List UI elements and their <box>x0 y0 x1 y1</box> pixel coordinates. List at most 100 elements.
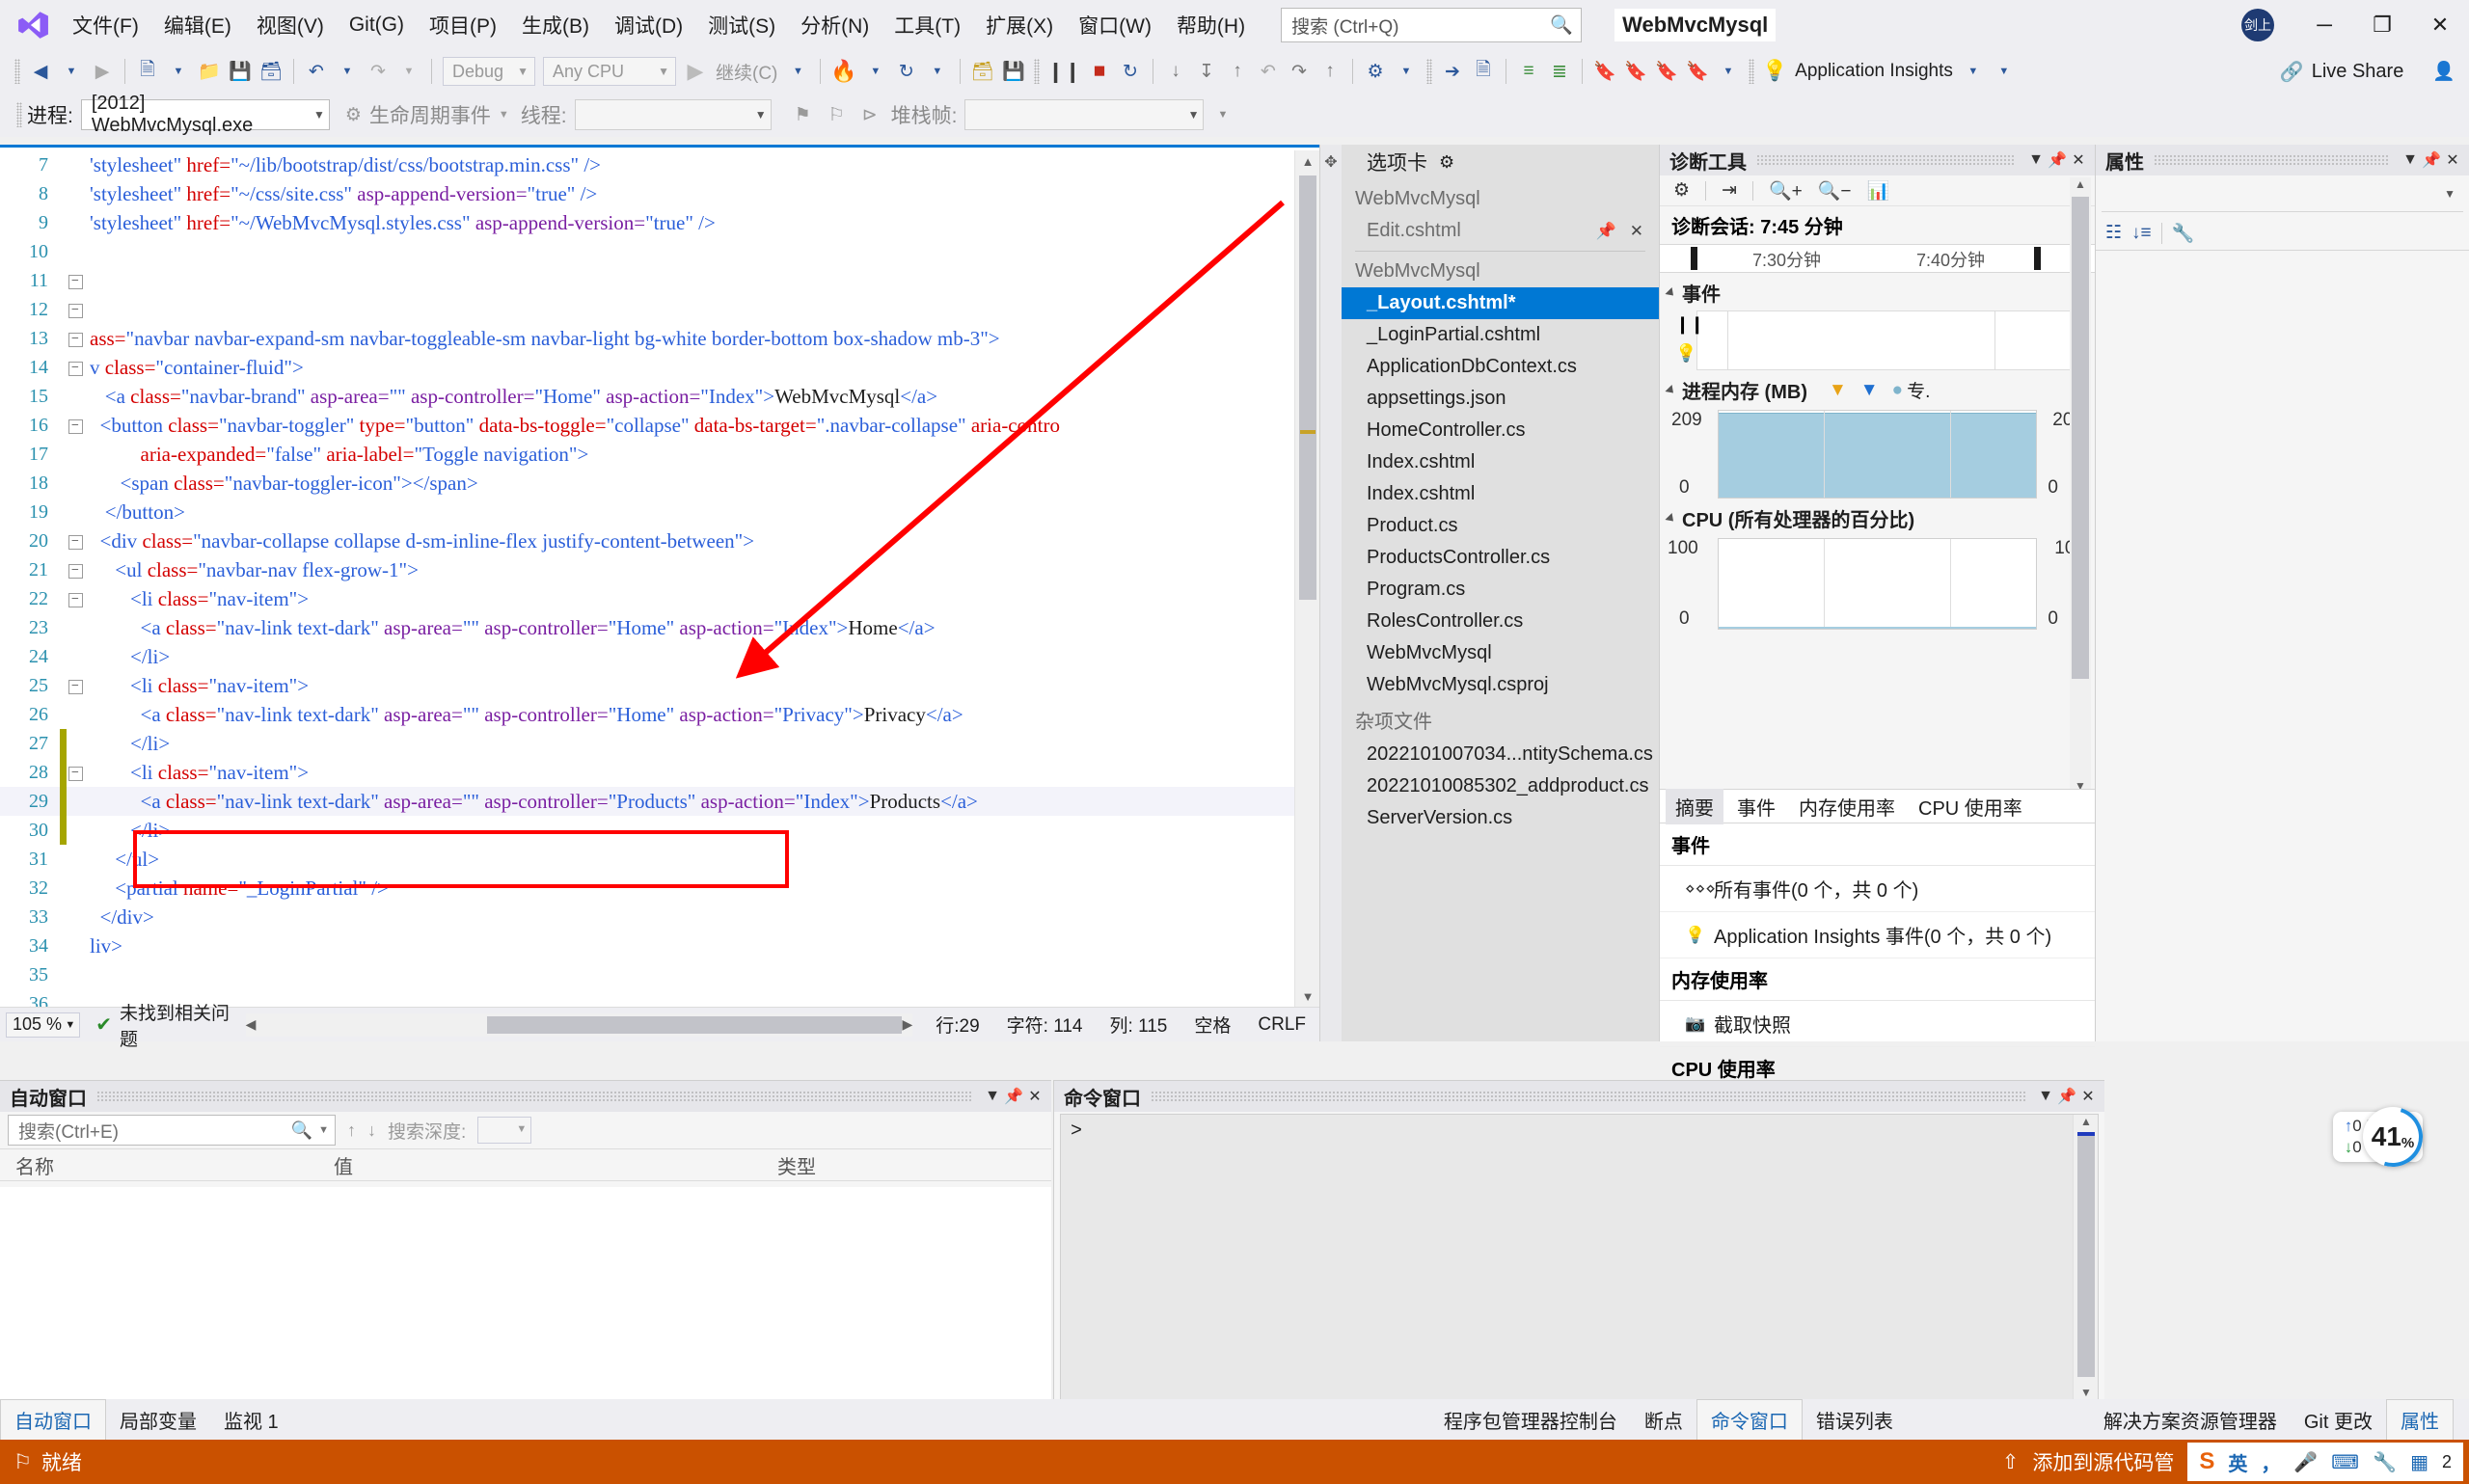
summary-action-row[interactable]: 💡Application Insights 事件(0 个，共 0 个) <box>1660 912 2095 958</box>
properties-drag-dots[interactable] <box>2154 154 2390 166</box>
zoom-level-select[interactable]: 105 % ▼ <box>6 1012 80 1038</box>
autos-col-type[interactable]: 类型 <box>762 1151 816 1179</box>
tabs-file-list[interactable]: WebMvcMysqlEdit.cshtml📌✕WebMvcMysql_Layo… <box>1342 179 1659 834</box>
tabs-tool-window[interactable]: ✥ 选项卡 ⚙ WebMvcMysqlEdit.cshtml📌✕WebMvcMy… <box>1319 145 1659 1041</box>
bottom-tab-package-manager[interactable]: 程序包管理器控制台 <box>1430 1400 1631 1440</box>
pin-icon-3[interactable]: 📌 <box>1003 1087 1024 1106</box>
menu-item-debug[interactable]: 调试(D) <box>602 0 695 50</box>
toolbar-grip[interactable] <box>14 59 20 84</box>
code-line[interactable]: 21− <ul class="navbar-nav flex-grow-1"> <box>0 555 1294 584</box>
tab-file-item[interactable]: Edit.cshtml📌✕ <box>1342 215 1659 247</box>
restart-debug-icon[interactable]: ↻ <box>1115 55 1146 88</box>
command-tool-window[interactable]: 命令窗口 ▼ 📌 ✕ > ▲ ▼ <box>1053 1080 2104 1408</box>
command-scrollbar[interactable]: ▲ ▼ <box>2073 1115 2098 1399</box>
menu-item-test[interactable]: 测试(S) <box>695 0 788 50</box>
command-drag-dots[interactable] <box>1151 1091 2025 1102</box>
menu-item-git[interactable]: Git(G) <box>337 0 417 50</box>
live-share-label[interactable]: Live Share <box>2312 61 2404 83</box>
diag-tab-summary[interactable]: 摘要 <box>1666 789 1723 824</box>
chevron-down-icon-13[interactable]: ▼ <box>2035 1088 2056 1105</box>
bottom-tab-autos[interactable]: 自动窗口 <box>0 1399 106 1440</box>
bottom-tab-git-changes[interactable]: Git 更改 <box>2291 1400 2386 1440</box>
bottom-tab-properties[interactable]: 属性 <box>2386 1399 2454 1440</box>
code-line[interactable]: 10 <box>0 237 1294 266</box>
search-depth-select[interactable]: ▼ <box>477 1117 531 1144</box>
diag-tab-events[interactable]: 事件 <box>1727 789 1785 824</box>
threads-icon[interactable]: ⚙ <box>1360 55 1391 88</box>
code-line[interactable]: 35 <box>0 960 1294 989</box>
code-line[interactable]: 25− <li class="nav-item"> <box>0 671 1294 700</box>
code-lines-container[interactable]: 7'stylesheet" href="~/lib/bootstrap/dist… <box>0 150 1294 1007</box>
code-editor[interactable]: 7'stylesheet" href="~/lib/bootstrap/dist… <box>0 145 1319 1041</box>
gear-icon-diag[interactable]: ⚙ <box>1673 179 1690 202</box>
step-out-icon[interactable]: ↑ <box>1222 55 1253 88</box>
diag-scrollbar-thumb[interactable] <box>2072 197 2089 679</box>
global-search-input[interactable]: 搜索 (Ctrl+Q) 🔍 <box>1281 8 1582 42</box>
fold-toggle-icon[interactable]: − <box>67 417 84 434</box>
stack-frame-select[interactable]: ▼ <box>964 99 1204 130</box>
minimize-button[interactable]: ─ <box>2295 0 2353 50</box>
page-inspector-icon[interactable]: 💾 <box>998 55 1029 88</box>
diag-scroll-up-icon[interactable]: ▲ <box>2070 177 2091 191</box>
scroll-down-icon[interactable]: ▼ <box>1295 985 1320 1007</box>
new-project-icon[interactable]: 🗎 <box>132 55 163 88</box>
close-icon-tab[interactable]: ✕ <box>1630 222 1643 241</box>
autos-drag-dots[interactable] <box>96 1091 972 1102</box>
app-insights-dropdown-icon[interactable]: ▼ <box>1958 55 1989 88</box>
chevron-down-icon-7[interactable]: ▼ <box>2025 151 2047 169</box>
chevron-down-icon-8[interactable]: ▼ <box>2400 151 2421 169</box>
fold-toggle-icon[interactable]: − <box>67 272 84 289</box>
autos-col-name[interactable]: 名称 <box>0 1151 318 1179</box>
zoom-out-icon[interactable]: 🔍− <box>1818 179 1852 202</box>
editor-horizontal-scrollbar[interactable]: ◀ ▶ <box>246 1013 913 1037</box>
fold-toggle-icon[interactable]: − <box>67 764 84 781</box>
code-line[interactable]: 29 <a class="nav-link text-dark" asp-are… <box>0 787 1294 816</box>
hscroll-right-icon[interactable]: ▶ <box>902 1016 912 1033</box>
pin-icon-2[interactable]: 📌 <box>2421 150 2442 170</box>
back-dropdown-icon[interactable]: ▼ <box>56 55 87 88</box>
tool-icon[interactable]: 🔧 <box>2373 1450 2397 1474</box>
diag-tab-memory[interactable]: 内存使用率 <box>1789 789 1905 824</box>
tab-file-item[interactable]: HomeController.cs <box>1342 415 1659 446</box>
continue-button-label[interactable]: 继续(C) <box>711 59 782 85</box>
diagnostics-tool-window[interactable]: 诊断工具 ▼ 📌 ✕ ⚙ ⇥ 🔍+ 🔍− 📊 诊断会话: 7:45 分钟 7:3… <box>1659 145 2095 1041</box>
debugbar-grip[interactable] <box>16 102 22 127</box>
tab-file-item[interactable]: Program.cs <box>1342 574 1659 606</box>
bottom-tab-watch1[interactable]: 监视 1 <box>210 1400 292 1440</box>
toolbar-overflow-icon[interactable]: ▼ <box>1989 55 2020 88</box>
code-line[interactable]: 17 aria-expanded="false" aria-label="Tog… <box>0 440 1294 469</box>
pin-icon-4[interactable]: 📌 <box>2056 1087 2077 1106</box>
close-icon-3[interactable]: ✕ <box>1024 1087 1045 1106</box>
code-line[interactable]: 9'stylesheet" href="~/WebMvcMysql.styles… <box>0 208 1294 237</box>
properties-page-icon[interactable]: 🔧 <box>2172 222 2195 245</box>
cmd-scrollbar-thumb[interactable] <box>2077 1136 2095 1377</box>
menu-item-extensions[interactable]: 扩展(X) <box>973 0 1066 50</box>
code-line[interactable]: 33 </div> <box>0 903 1294 931</box>
code-line[interactable]: 11− <box>0 266 1294 295</box>
cmd-scroll-up-icon[interactable]: ▲ <box>2074 1115 2099 1128</box>
code-line[interactable]: 18 <span class="navbar-toggler-icon"></s… <box>0 469 1294 498</box>
avatar[interactable]: 剑上 <box>2241 9 2274 41</box>
network-monitor-widget[interactable]: ↑0 K/s ↓0 K/s 41 % <box>2333 1107 2423 1167</box>
restart-app-icon[interactable]: ↻ <box>891 55 922 88</box>
tab-file-item[interactable]: ProductsController.cs <box>1342 542 1659 574</box>
chart-icon[interactable]: 📊 <box>1867 179 1890 202</box>
start-debug-icon[interactable]: ▶ <box>680 55 711 88</box>
toolbar-grip-3[interactable] <box>1426 59 1432 84</box>
account-icon[interactable]: 👤 <box>2432 60 2455 83</box>
grid-icon[interactable]: ▦ <box>2410 1450 2428 1474</box>
pointer-icon[interactable]: ➔ <box>1437 55 1468 88</box>
editor-vertical-scrollbar[interactable]: ▲ ▼ <box>1294 150 1319 1007</box>
up-icon[interactable]: ↑ <box>1315 55 1345 88</box>
upload-icon[interactable]: ⇧ <box>2002 1450 2020 1474</box>
navigate-back-icon[interactable]: ◀ <box>25 55 56 88</box>
menu-item-view[interactable]: 视图(V) <box>244 0 337 50</box>
solution-platform-select[interactable]: Any CPU ▼ <box>543 57 676 86</box>
fold-toggle-icon[interactable]: − <box>67 330 84 347</box>
tab-file-item[interactable]: Index.cshtml <box>1342 446 1659 478</box>
chevron-down-icon-10[interactable]: ▼ <box>982 1088 1003 1105</box>
mic-icon[interactable]: 🎤 <box>2293 1450 2318 1474</box>
events-section-header[interactable]: 事件 <box>1660 273 2095 310</box>
tab-file-item[interactable]: WebMvcMysql.csproj <box>1342 669 1659 701</box>
code-line[interactable]: 15 <a class="navbar-brand" asp-area="" a… <box>0 382 1294 411</box>
